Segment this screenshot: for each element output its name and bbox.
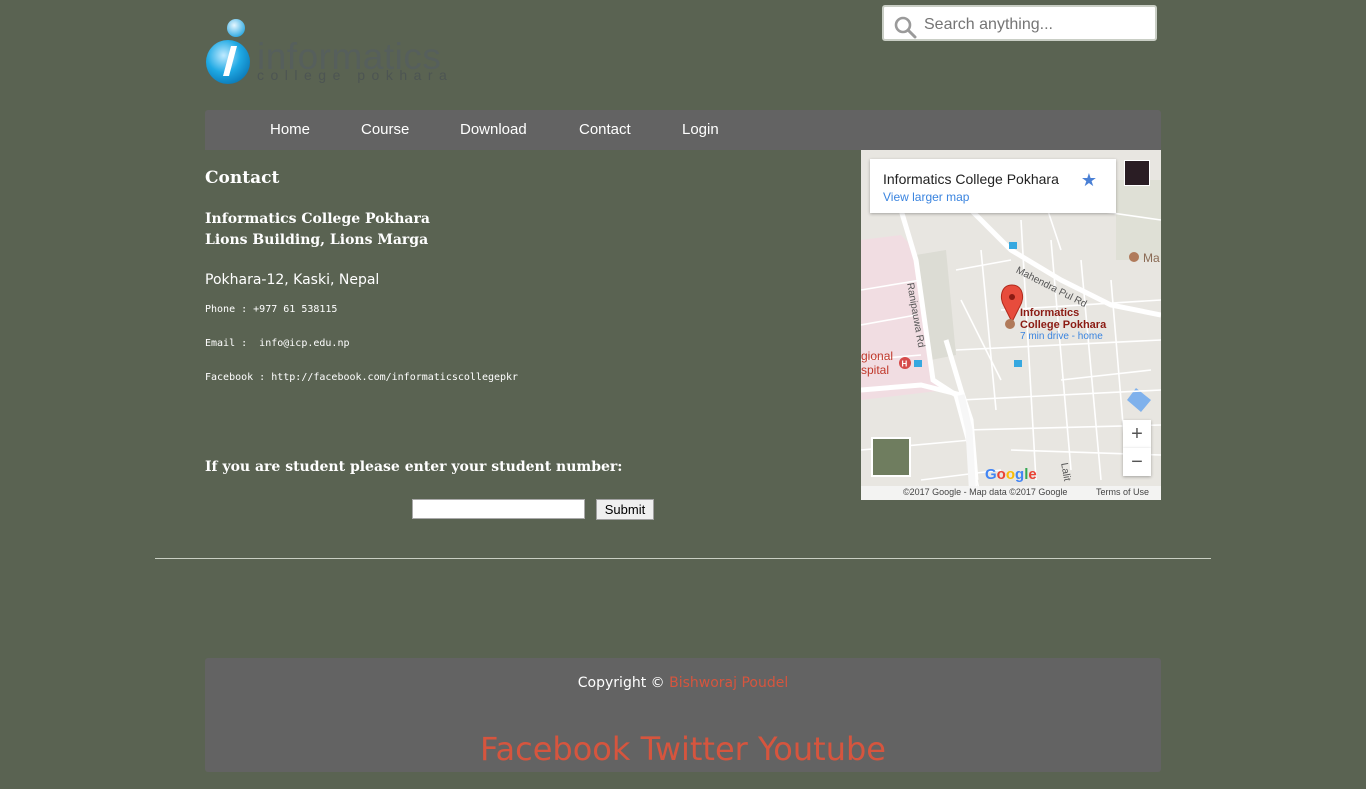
main-nav: Home Course Download Contact Login <box>205 110 1161 150</box>
contact-phone: Phone : +977 61 538115 <box>205 304 338 315</box>
contact-facebook: Facebook : http://facebook.com/informati… <box>205 372 519 383</box>
map-place-title: Informatics College Pokhara <box>883 171 1059 187</box>
map-terms-link[interactable]: Terms of Use <box>1096 487 1149 497</box>
site-footer: Copyright © Bishworaj Poudel Facebook Tw… <box>205 658 1161 772</box>
zoom-in-button[interactable]: + <box>1123 420 1151 448</box>
map-poi-ma: Ma <box>1143 251 1160 265</box>
map-hospital-line-2: spital <box>861 363 890 377</box>
map-drive-info[interactable]: 7 min drive - home <box>1020 331 1103 342</box>
contact-email: Email : info@icp.edu.np <box>205 338 350 349</box>
search-box[interactable] <box>882 5 1157 41</box>
search-input[interactable] <box>922 11 1151 39</box>
page: informatics college pokhara Home Course … <box>0 0 1366 789</box>
facebook-link[interactable]: Facebook <box>480 730 630 768</box>
star-icon[interactable]: ★ <box>1081 170 1097 191</box>
map-copyright: ©2017 Google - Map data ©2017 Google <box>903 487 1068 497</box>
contact-heading: Contact <box>205 168 280 188</box>
satellite-toggle[interactable] <box>871 437 911 477</box>
youtube-link[interactable]: Youtube <box>758 730 886 768</box>
map-hospital-line-1: gional <box>861 349 894 363</box>
copyright-prefix: Copyright © <box>577 675 670 691</box>
nav-contact[interactable]: Contact <box>579 121 631 138</box>
social-links: Facebook Twitter Youtube <box>205 730 1161 768</box>
divider <box>155 558 1211 559</box>
view-larger-map-link[interactable]: View larger map <box>883 190 969 204</box>
google-map[interactable]: H Mahendra Pul Rd Ranipauwa Rd Ma gional… <box>861 150 1161 500</box>
map-pin-label-2: College Pokhara <box>1020 319 1107 331</box>
svg-text:H: H <box>902 360 908 369</box>
student-number-prompt: If you are student please enter your stu… <box>205 459 623 475</box>
author-link[interactable]: Bishworaj Poudel <box>669 675 788 691</box>
logo-subtitle: college pokhara <box>257 67 454 83</box>
logo-i-icon <box>206 19 250 84</box>
nav-login[interactable]: Login <box>682 121 719 138</box>
footer-copyright: Copyright © Bishworaj Poudel <box>205 675 1161 691</box>
google-logo: Google <box>985 466 1037 483</box>
student-number-input[interactable] <box>412 499 585 519</box>
nav-home[interactable]: Home <box>270 121 310 138</box>
address-line-2: Lions Building, Lions Marga <box>205 232 429 248</box>
submit-button[interactable]: Submit <box>596 499 654 520</box>
search-icon <box>894 16 917 39</box>
address-line-3: Pokhara-12, Kaski, Nepal <box>205 272 380 288</box>
map-place-card: Informatics College Pokhara View larger … <box>870 159 1116 213</box>
nav-course[interactable]: Course <box>361 121 409 138</box>
map-attribution: ©2017 Google - Map data ©2017 Google Ter… <box>861 486 1161 500</box>
zoom-out-button[interactable]: − <box>1123 448 1151 476</box>
nav-download[interactable]: Download <box>460 121 527 138</box>
map-pin-label-1: Informatics <box>1020 307 1080 319</box>
twitter-link[interactable]: Twitter <box>641 730 748 768</box>
avatar[interactable] <box>1124 160 1150 186</box>
site-logo[interactable]: informatics college pokhara <box>205 16 495 88</box>
address-line-1: Informatics College Pokhara <box>205 211 430 227</box>
